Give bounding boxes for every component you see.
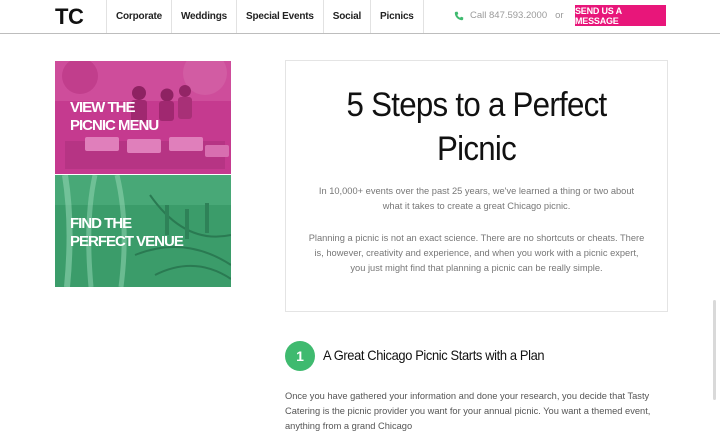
site-header: TC Corporate Weddings Special Events Soc…	[0, 0, 720, 34]
page-title-line2: Picnic	[436, 130, 517, 168]
step-number-badge: 1	[285, 341, 315, 371]
step-title: A Great Chicago Picnic Starts with a Pla…	[323, 347, 545, 363]
picnic-menu-tile[interactable]: VIEW THE PICNIC MENU	[55, 61, 231, 174]
nav-item-special-events[interactable]: Special Events	[235, 0, 323, 33]
phone-number[interactable]: Call 847.593.2000	[470, 10, 547, 21]
perfect-venue-tile[interactable]: FIND THE PERFECT VENUE	[55, 175, 231, 287]
main-nav: Corporate Weddings Special Events Social…	[106, 0, 424, 33]
perfect-venue-label-line2: PERFECT VENUE	[70, 233, 184, 250]
picnic-menu-label-line2: PICNIC MENU	[70, 117, 159, 134]
nav-item-picnics[interactable]: Picnics	[370, 0, 424, 33]
nav-item-social[interactable]: Social	[322, 0, 370, 33]
site-logo[interactable]: TC	[55, 4, 84, 30]
phone-icon	[454, 11, 464, 20]
intro-paragraph-1: In 10,000+ events over the past 25 years…	[318, 186, 635, 211]
perfect-venue-label-line1: FIND THE	[70, 215, 132, 232]
page-title-line1: 5 Steps to a Perfect	[346, 86, 607, 124]
phone-contact: Call 847.593.2000 or	[454, 10, 564, 21]
perfect-venue-label: FIND THE PERFECT VENUE	[70, 215, 184, 251]
nav-item-corporate[interactable]: Corporate	[106, 0, 171, 33]
page-title: 5 Steps to a Perfect Picnic	[301, 83, 652, 171]
send-message-button[interactable]: SEND US A MESSAGE	[575, 5, 666, 26]
or-text: or	[555, 10, 564, 21]
intro-paragraph-2: Planning a picnic is not an exact scienc…	[308, 233, 645, 273]
intro-card: 5 Steps to a Perfect Picnic In 10,000+ e…	[285, 60, 668, 312]
step-body-text: Once you have gathered your information …	[285, 391, 651, 431]
nav-item-weddings[interactable]: Weddings	[170, 0, 236, 33]
picnic-menu-label-line1: VIEW THE	[70, 99, 136, 116]
picnic-menu-label: VIEW THE PICNIC MENU	[70, 99, 159, 135]
page-scrollbar[interactable]	[713, 300, 716, 400]
